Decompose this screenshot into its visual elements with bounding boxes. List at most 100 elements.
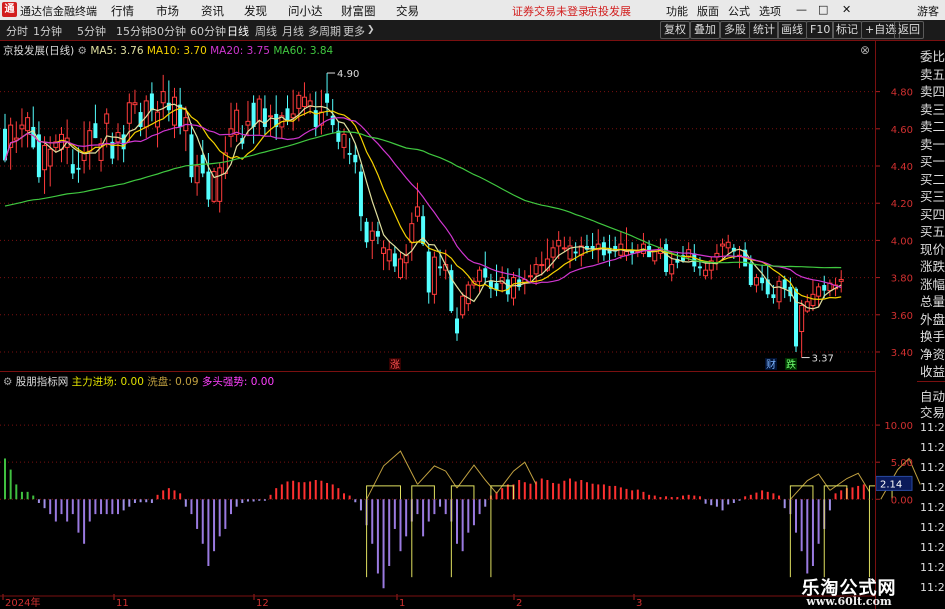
tab-60min[interactable]: 60分钟 [190, 23, 226, 39]
candle-down [313, 110, 318, 127]
duogu-button[interactable]: 多股 [720, 21, 750, 39]
tab-5min[interactable]: 5分钟 [77, 23, 106, 39]
candle-down [200, 154, 205, 174]
price-tick-label: 3.60 [891, 311, 913, 322]
candle-down [426, 251, 431, 293]
quote-field-label: 委比 [920, 49, 945, 64]
candle-up [126, 102, 132, 124]
duotou-value: 0.00 [250, 376, 275, 388]
chevron-right-icon[interactable]: ❯ [367, 25, 375, 35]
menu-item-faxian[interactable]: 发现 [244, 3, 267, 19]
candle-up [414, 206, 420, 217]
menu-item-zixun[interactable]: 资讯 [201, 3, 224, 19]
candle-up [737, 254, 742, 257]
f10-button[interactable]: F10 [806, 21, 835, 39]
candle-up [550, 247, 556, 258]
tab-more[interactable]: 更多 [343, 23, 365, 39]
side-tab[interactable]: 交易 [920, 402, 945, 421]
kline-chart: 4.90 3.37 涨 财跌 4.80 4.60 4.40 4.20 4.00 3.80 3.60… [0, 69, 921, 609]
menu-item-gongneng[interactable]: 功能 [666, 3, 688, 19]
candle-up [799, 304, 805, 333]
candle-down [438, 266, 443, 269]
menu-item-caifuquan[interactable]: 财富圈 [341, 3, 376, 19]
login-notice[interactable]: 证券交易未登录 [512, 3, 589, 19]
quote-field-label: 买四 [920, 206, 945, 222]
close-panel-icon[interactable]: ⊗ [860, 43, 870, 57]
inflow-marker [868, 485, 893, 500]
candle-down [601, 242, 606, 256]
quote-field-label: 买二 [920, 171, 945, 187]
candle-up [708, 260, 714, 271]
tab-daily[interactable]: 日线 [227, 23, 249, 39]
menu-item-wenxiaoda[interactable]: 问小达 [288, 3, 323, 19]
huaxian-button[interactable]: 画线 [777, 21, 807, 39]
settings-gear-icon[interactable]: ⚙ [78, 45, 87, 57]
menu-item-hangqing[interactable]: 行情 [111, 3, 134, 19]
tab-weekly[interactable]: 周线 [255, 23, 277, 39]
candle-up [279, 115, 285, 128]
candle-up [714, 252, 720, 258]
candle-up [268, 115, 274, 118]
menu-item-gongshi[interactable]: 公式 [728, 3, 750, 19]
candle-up [511, 277, 516, 299]
candle-up [533, 264, 539, 275]
watermark-line2: www.60lt.com [806, 595, 892, 608]
diejia-button[interactable]: 叠加 [690, 21, 720, 39]
candle-up [753, 277, 759, 286]
tab-multi-period[interactable]: 多周期 [308, 23, 341, 39]
candle-down [121, 134, 126, 150]
trade-time: 11:29 [920, 521, 945, 534]
candle-down [573, 251, 578, 254]
candle-up [431, 256, 437, 295]
tab-15min[interactable]: 15分钟 [116, 23, 152, 39]
tab-monthly[interactable]: 月线 [282, 23, 304, 39]
guest-label[interactable]: 游客 [917, 3, 939, 19]
candle-up [443, 264, 449, 271]
candle-up [183, 117, 189, 132]
menu-item-shichang[interactable]: 市场 [156, 3, 179, 19]
candle-down [178, 104, 183, 127]
menu-item-jiaoyi[interactable]: 交易 [396, 3, 419, 19]
candle-up [64, 137, 70, 148]
indicator-title[interactable]: 股朋指标网 [16, 376, 69, 388]
inflow-marker [450, 485, 475, 500]
candle-up [640, 243, 646, 254]
fuquan-button[interactable]: 复权 [660, 21, 690, 39]
close-icon[interactable]: ✕ [842, 3, 851, 16]
settings-gear-icon[interactable]: ⚙ [3, 376, 12, 388]
biaoji-button[interactable]: 标记 [832, 21, 862, 39]
minimize-icon[interactable]: — [796, 3, 807, 16]
menu-item-banmian[interactable]: 版面 [697, 3, 719, 19]
back-button[interactable]: 返回 [894, 21, 924, 39]
tab-1min[interactable]: 1分钟 [33, 23, 62, 39]
stock-notice[interactable]: 京投发展 [587, 3, 631, 19]
stock-title[interactable]: 京投发展(日线) [3, 45, 74, 57]
quote-field-label: 净资 [920, 346, 945, 362]
candle-down [364, 221, 369, 243]
inflow-marker [411, 485, 435, 500]
restore-icon[interactable]: □ [818, 3, 828, 16]
candle-up [833, 284, 839, 290]
candle-down [240, 138, 245, 144]
tab-fenshi[interactable]: 分时 [6, 23, 28, 39]
candle-down [455, 318, 459, 334]
candle-up [143, 100, 149, 128]
quote-field-label: 收益 [920, 364, 945, 379]
candle-up [669, 264, 675, 275]
candle-up [810, 293, 816, 306]
candle-up [686, 249, 692, 258]
candle-down [31, 126, 36, 148]
trade-time: 11:29 [920, 501, 945, 514]
tongji-button[interactable]: 统计 [749, 21, 779, 39]
candle-up [561, 247, 567, 250]
candle-down [110, 141, 115, 159]
candle-up [245, 120, 251, 126]
candle-up [720, 243, 726, 247]
candle-up [318, 111, 324, 126]
candle-up [409, 223, 415, 243]
tab-30min[interactable]: 30分钟 [150, 23, 186, 39]
quote-field-label: 现价 [920, 241, 945, 257]
indicator-tick-label: 0.00 [891, 495, 913, 506]
menu-item-xuanxiang[interactable]: 选项 [759, 3, 781, 19]
xipan-value: 0.09 [175, 376, 199, 388]
